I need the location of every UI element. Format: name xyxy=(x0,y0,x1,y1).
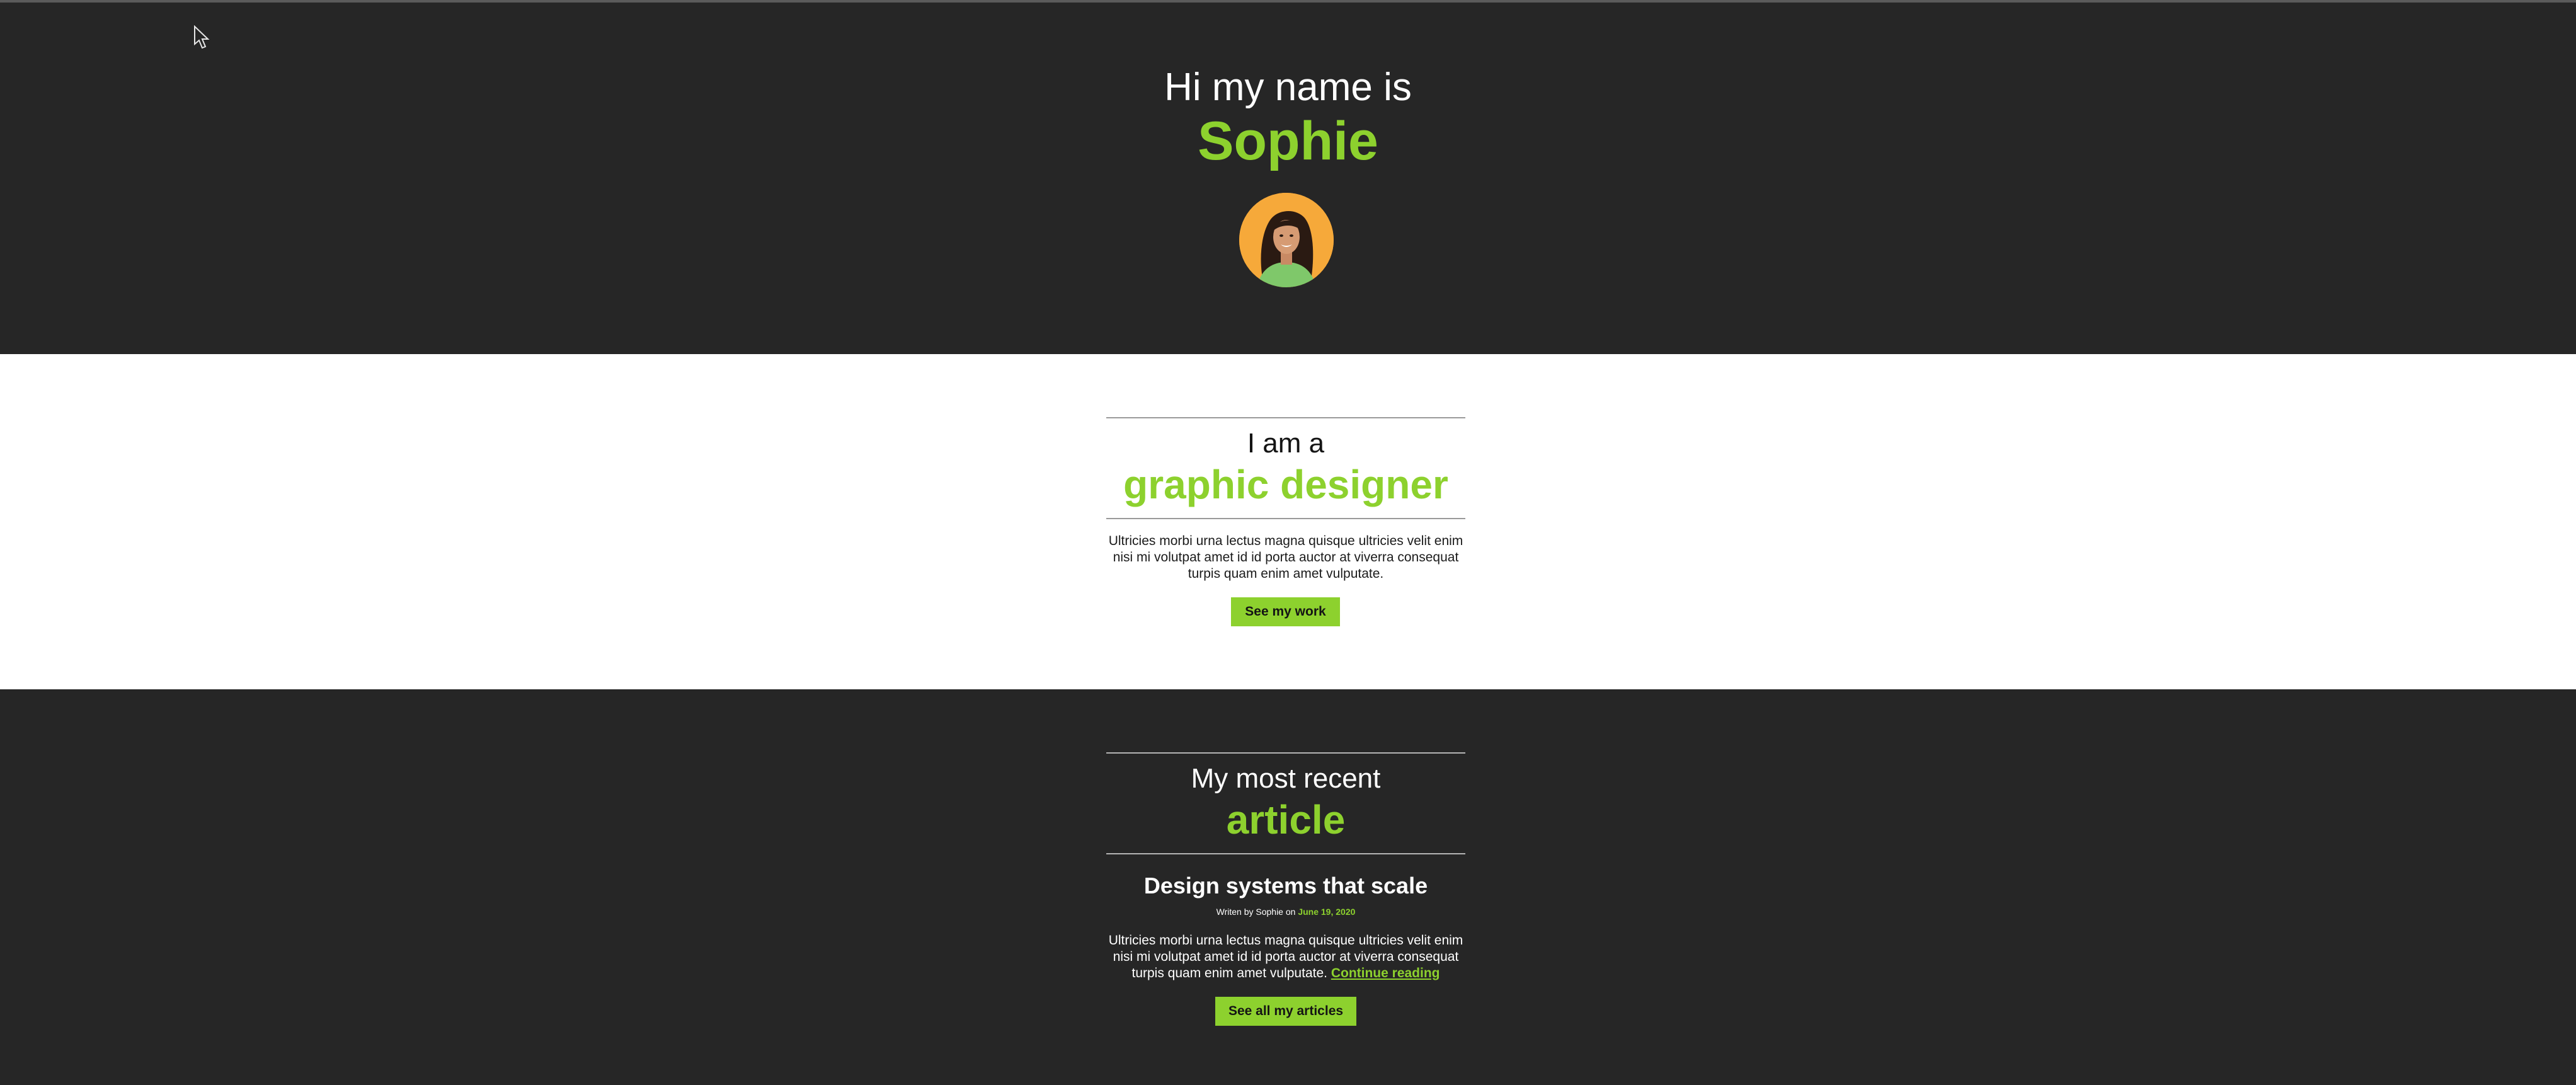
avatar xyxy=(1239,193,1334,287)
article-excerpt: Ultricies morbi urna lectus magna quisqu… xyxy=(1106,933,1465,982)
see-my-work-button[interactable]: See my work xyxy=(1231,597,1340,626)
hero-section: Hi my name is Sophie xyxy=(0,3,2576,354)
article-headline: article xyxy=(1226,797,1346,842)
portfolio-page: Hi my name is Sophie I am a graphic desi… xyxy=(0,0,2576,1085)
about-top-divider xyxy=(1106,417,1465,418)
about-description: Ultricies morbi urna lectus magna quisqu… xyxy=(1108,534,1463,581)
article-kicker: My most recent xyxy=(1191,763,1381,794)
profile-photo xyxy=(1239,193,1334,287)
article-bottom-divider xyxy=(1106,853,1465,854)
about-bottom-divider xyxy=(1106,518,1465,519)
recent-article-section: My most recent article Design systems th… xyxy=(0,689,2576,1085)
hero-name: Sophie xyxy=(1198,111,1378,171)
about-headline: graphic designer xyxy=(1123,462,1448,507)
article-title[interactable]: Design systems that scale xyxy=(1106,872,1465,900)
mouse-pointer-icon xyxy=(194,25,210,49)
about-kicker: I am a xyxy=(1247,428,1325,459)
byline-prefix: Writen by Sophie on xyxy=(1216,907,1296,917)
see-all-articles-button[interactable]: See all my articles xyxy=(1215,997,1356,1026)
article-date: June 19, 2020 xyxy=(1298,907,1356,917)
about-section: I am a graphic designer Ultricies morbi … xyxy=(0,354,2576,689)
continue-reading-link[interactable]: Continue reading xyxy=(1331,966,1440,980)
article-byline: Writen by Sophie on June 19, 2020 xyxy=(1106,906,1465,917)
article-top-divider xyxy=(1106,752,1465,754)
hero-greeting: Hi my name is xyxy=(1164,66,1412,109)
